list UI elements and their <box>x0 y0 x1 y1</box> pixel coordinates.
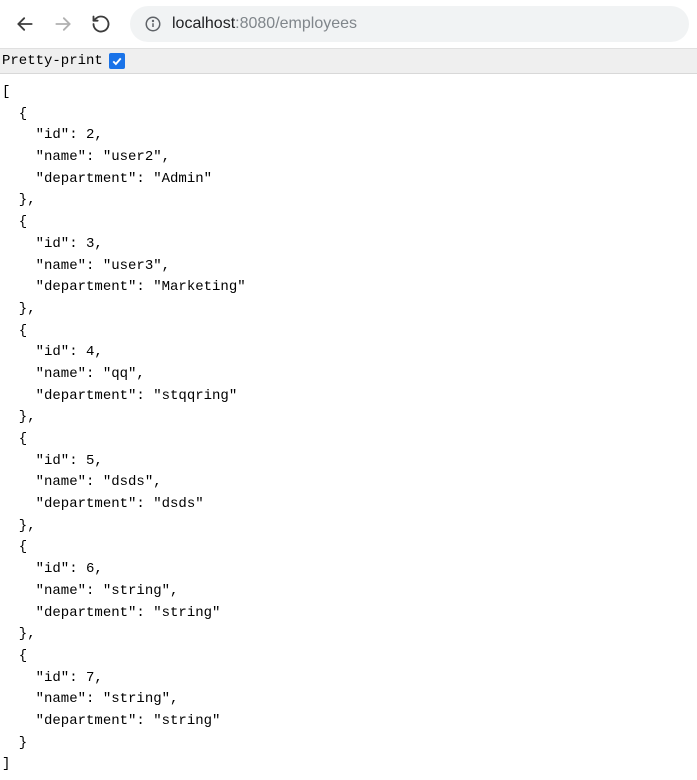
url-port-path: :8080/employees <box>235 15 357 32</box>
pretty-print-label: Pretty-print <box>2 53 103 69</box>
browser-toolbar: localhost:8080/employees <box>0 0 697 49</box>
arrow-right-icon <box>53 14 73 34</box>
reload-icon <box>91 14 111 34</box>
site-info-icon[interactable] <box>144 15 162 33</box>
arrow-left-icon <box>15 14 35 34</box>
pretty-print-bar: Pretty-print <box>0 49 697 74</box>
json-body: [ { "id": 2, "name": "user2", "departmen… <box>0 74 697 776</box>
pretty-print-checkbox[interactable] <box>109 53 125 69</box>
url-host: localhost <box>172 15 235 32</box>
check-icon <box>111 55 123 67</box>
back-button[interactable] <box>8 7 42 41</box>
reload-button[interactable] <box>84 7 118 41</box>
address-bar[interactable]: localhost:8080/employees <box>130 6 689 42</box>
url-text: localhost:8080/employees <box>172 15 357 33</box>
forward-button[interactable] <box>46 7 80 41</box>
